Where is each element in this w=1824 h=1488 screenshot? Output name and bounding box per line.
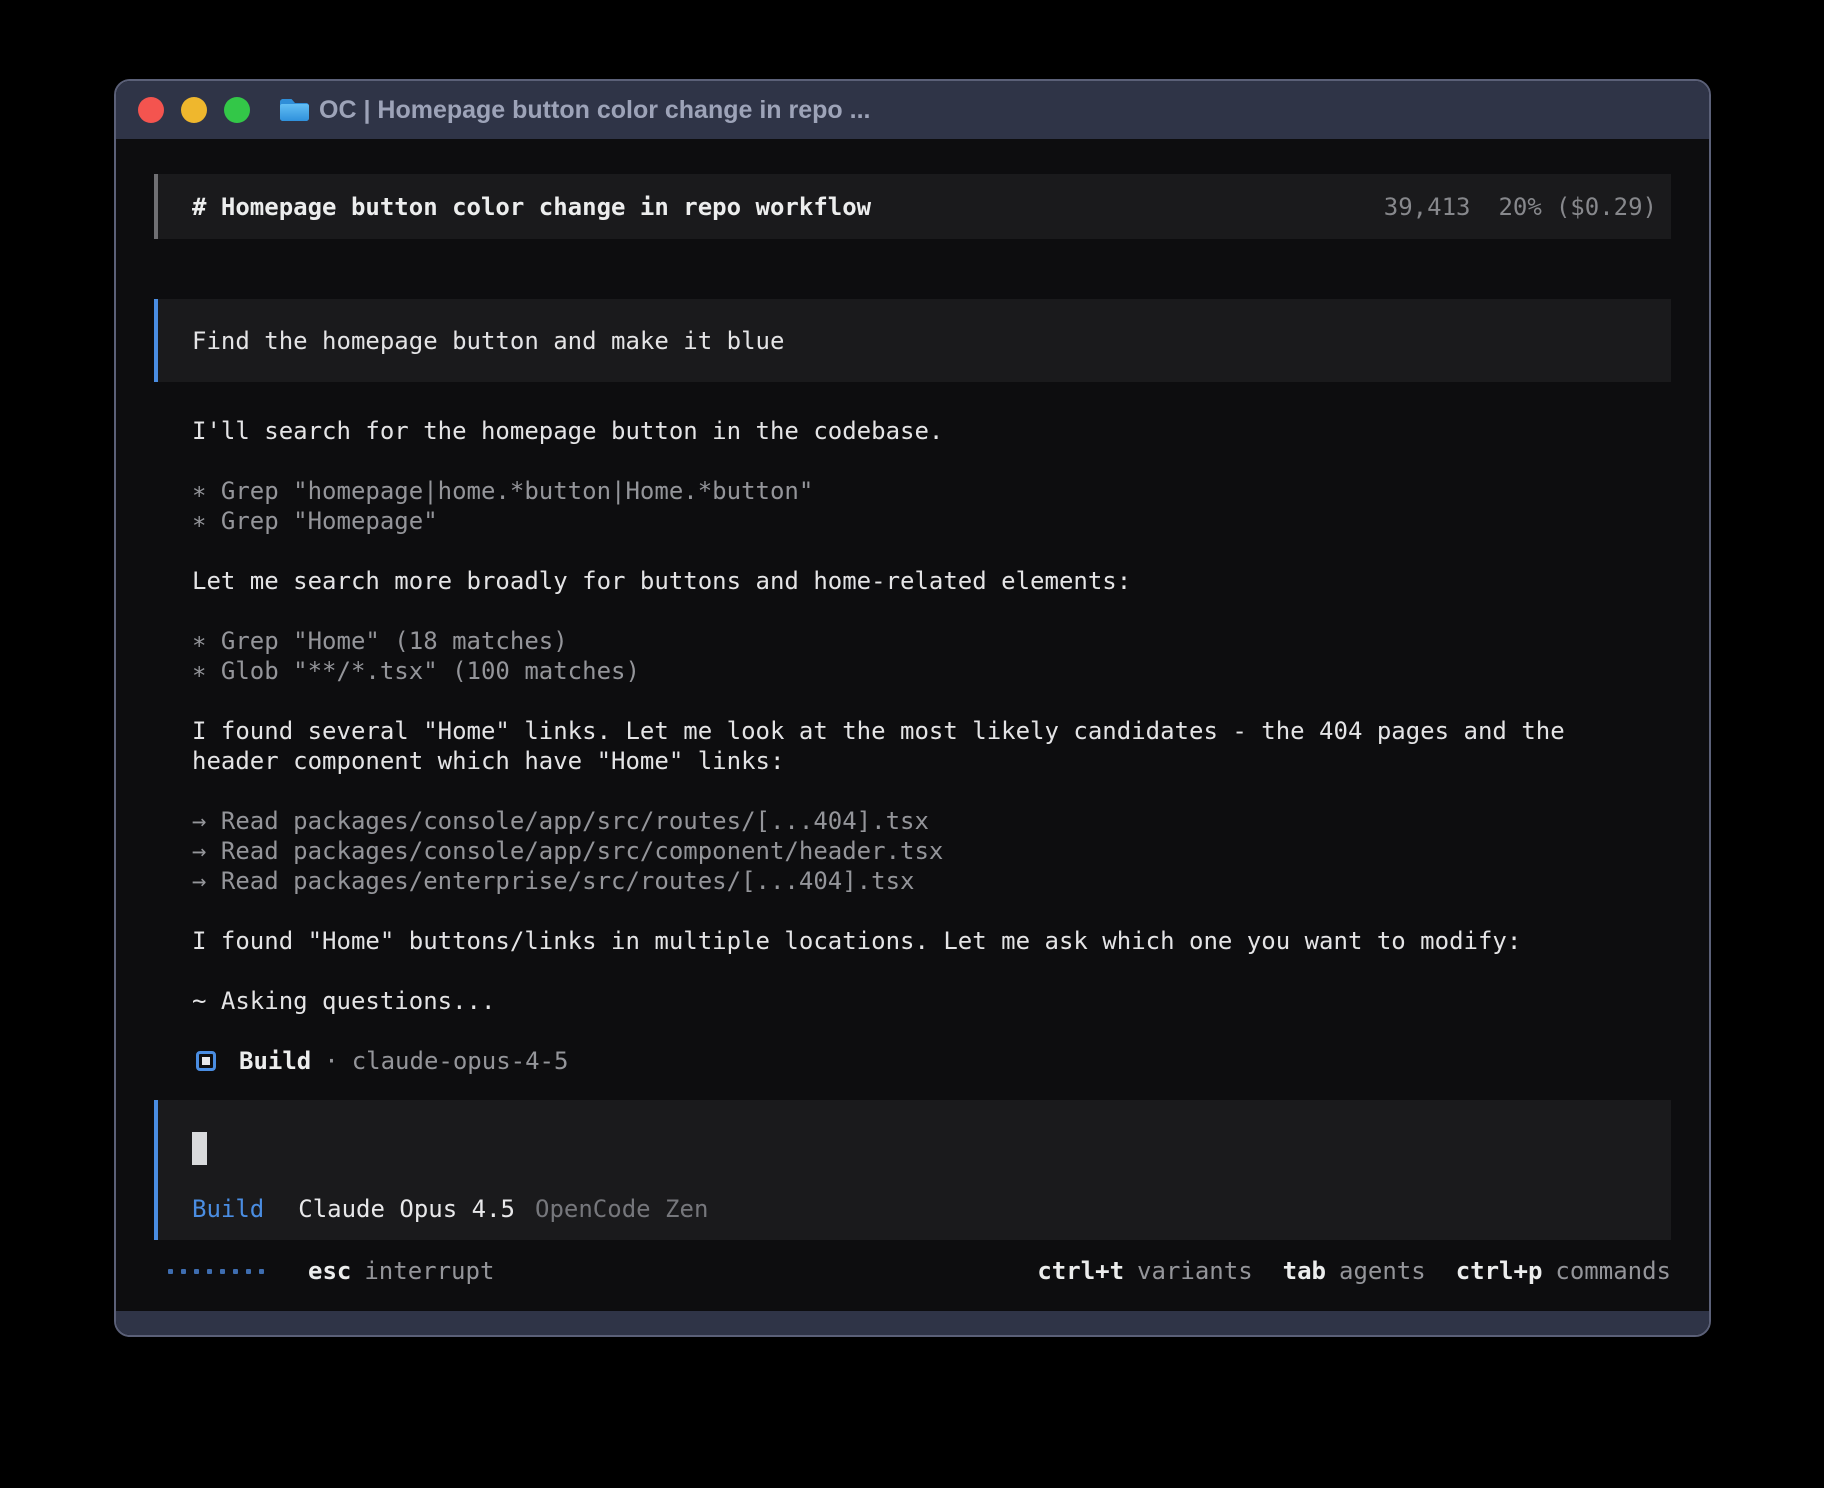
- tool-call-group: ∗ Grep "homepage|home.*button|Home.*butt…: [192, 476, 1652, 536]
- interrupt-label: interrupt: [364, 1256, 494, 1286]
- tool-call-line: ∗ Grep "Home" (18 matches): [192, 626, 1652, 656]
- assistant-text: I found several "Home" links. Let me loo…: [192, 716, 1652, 776]
- assistant-text-line: I'll search for the homepage button in t…: [192, 416, 1652, 446]
- variants-hint[interactable]: ctrl+t variants: [1037, 1256, 1252, 1286]
- commands-hint[interactable]: ctrl+p commands: [1456, 1256, 1671, 1286]
- traffic-lights: [138, 97, 250, 123]
- tool-call-group: → Read packages/console/app/src/routes/[…: [192, 806, 1652, 896]
- activity-dot: [168, 1269, 173, 1274]
- tool-call-line: → Read packages/console/app/src/componen…: [192, 836, 1652, 866]
- agent-separator: ·: [324, 1046, 338, 1076]
- folder-icon: [279, 97, 310, 123]
- user-message-text: Find the homepage button and make it blu…: [192, 326, 784, 356]
- assistant-text-line: I found several "Home" links. Let me loo…: [192, 716, 1652, 776]
- status-bar-left: esc interrupt: [154, 1256, 494, 1286]
- agent-model: claude-opus-4-5: [352, 1046, 569, 1076]
- session-stats: 39,413 20% ($0.29): [1384, 192, 1657, 222]
- build-agent-icon: [196, 1051, 216, 1071]
- user-message: Find the homepage button and make it blu…: [154, 299, 1671, 382]
- input-agent-label[interactable]: Build: [192, 1194, 264, 1224]
- session-title: # Homepage button color change in repo w…: [192, 192, 871, 222]
- tool-call-group: ∗ Grep "Home" (18 matches)∗ Glob "**/*.t…: [192, 626, 1652, 686]
- activity-dots: [168, 1269, 264, 1274]
- text-cursor: [192, 1132, 207, 1165]
- window-title: OC | Homepage button color change in rep…: [319, 96, 870, 125]
- close-button[interactable]: [138, 97, 164, 123]
- assistant-text-line: I found "Home" buttons/links in multiple…: [192, 926, 1652, 956]
- activity-dot: [259, 1269, 264, 1274]
- agent-status-line: Build · claude-opus-4-5: [192, 1046, 1671, 1076]
- input-meta-row: Build Claude Opus 4.5 OpenCode Zen: [192, 1194, 1637, 1224]
- activity-dot: [220, 1269, 225, 1274]
- input-model-label[interactable]: Claude Opus 4.5: [298, 1194, 515, 1224]
- maximize-button[interactable]: [224, 97, 250, 123]
- esc-key-hint[interactable]: esc: [308, 1256, 351, 1286]
- tool-call-line: → Read packages/console/app/src/routes/[…: [192, 806, 1652, 836]
- assistant-text: ~ Asking questions...: [192, 986, 1652, 1016]
- agents-hint[interactable]: tab agents: [1283, 1256, 1426, 1286]
- input-provider-label: OpenCode Zen: [535, 1194, 708, 1224]
- activity-dot: [207, 1269, 212, 1274]
- assistant-text: I'll search for the homepage button in t…: [192, 416, 1652, 446]
- token-count: 39,413: [1384, 192, 1471, 222]
- activity-dot: [233, 1269, 238, 1274]
- tool-call-line: → Read packages/enterprise/src/routes/[.…: [192, 866, 1652, 896]
- status-bar-right: ctrl+t variants tab agents ctrl+p comman…: [1037, 1256, 1671, 1286]
- session-header: # Homepage button color change in repo w…: [154, 174, 1671, 239]
- tool-call-line: ∗ Grep "Homepage": [192, 506, 1652, 536]
- minimize-button[interactable]: [181, 97, 207, 123]
- assistant-text-line: ~ Asking questions...: [192, 986, 1652, 1016]
- status-bar: esc interrupt ctrl+t variants tab agents…: [154, 1256, 1671, 1286]
- terminal-window: OC | Homepage button color change in rep…: [114, 79, 1711, 1337]
- context-percentage: 20%: [1498, 192, 1541, 222]
- tool-call-line: ∗ Grep "homepage|home.*button|Home.*butt…: [192, 476, 1652, 506]
- activity-dot: [194, 1269, 199, 1274]
- window-bottom-bar: [116, 1311, 1709, 1335]
- tool-call-line: ∗ Glob "**/*.tsx" (100 matches): [192, 656, 1652, 686]
- assistant-text: I found "Home" buttons/links in multiple…: [192, 926, 1652, 956]
- prompt-input[interactable]: Build Claude Opus 4.5 OpenCode Zen: [154, 1100, 1671, 1240]
- assistant-text-line: Let me search more broadly for buttons a…: [192, 566, 1652, 596]
- assistant-response: I'll search for the homepage button in t…: [192, 416, 1652, 1016]
- activity-dot: [246, 1269, 251, 1274]
- activity-dot: [181, 1269, 186, 1274]
- window-titlebar[interactable]: OC | Homepage button color change in rep…: [116, 81, 1709, 139]
- agent-name: Build: [239, 1046, 311, 1076]
- terminal-content: # Homepage button color change in repo w…: [116, 139, 1709, 1311]
- session-cost: ($0.29): [1556, 192, 1657, 222]
- assistant-text: Let me search more broadly for buttons a…: [192, 566, 1652, 596]
